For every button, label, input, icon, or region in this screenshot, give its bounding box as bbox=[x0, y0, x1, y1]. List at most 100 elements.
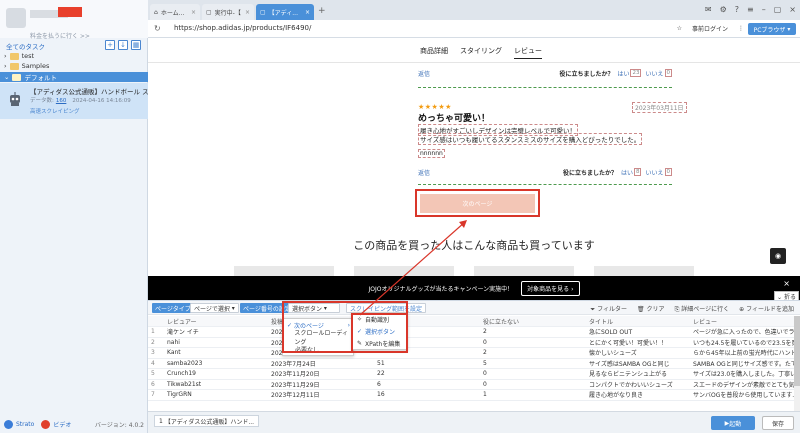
nav-buttons: ↻ bbox=[154, 24, 161, 33]
chevron-right-icon: › bbox=[4, 52, 7, 60]
chat-icon[interactable]: ◉ bbox=[770, 248, 786, 264]
folder-icon bbox=[9, 52, 19, 60]
review-feedback-row: 返信 役に立ちましたか？ はい 23 いいえ 0 bbox=[418, 66, 672, 80]
table-row[interactable]: 5 Crunch19 2023年11月20日 22 0 見るならビニテンシュ上がる サイズは… bbox=[148, 368, 794, 380]
task-item[interactable]: 【アディダス公式通販】ハンドボール スペ... データ数: 160 2024-04-… bbox=[0, 83, 161, 119]
pc-browser-select[interactable]: PCブラウザ ▾ bbox=[748, 23, 796, 35]
close-icon[interactable]: × bbox=[783, 279, 790, 288]
page-type-select[interactable]: ページで選択 ▾ bbox=[190, 303, 239, 313]
home-icon: ⌂ bbox=[154, 8, 158, 16]
column-header[interactable]: レビュアー bbox=[164, 316, 268, 327]
collapse-button[interactable]: ⌄ 折る bbox=[774, 291, 799, 300]
row-index: 7 bbox=[148, 389, 164, 401]
table-header: レビュアー 投稿日 役に立つ 役に立たない タイトル レビュー bbox=[148, 316, 794, 327]
tab-label: ホーム... bbox=[160, 9, 185, 17]
gift-icon[interactable]: ✉ bbox=[705, 5, 712, 14]
table-cell: TigrGRN bbox=[164, 389, 268, 401]
left-sidebar: 料金を払うに行く >> 全てのタスク + ↓ ▦ › test › Sample… bbox=[0, 0, 161, 433]
table-scrollbar[interactable] bbox=[794, 316, 800, 412]
tab-label: 【アディ... bbox=[268, 9, 298, 17]
folder-test[interactable]: › test bbox=[4, 52, 34, 60]
help-icon[interactable]: ? bbox=[735, 5, 739, 14]
sidebar-actions: + ↓ ▦ bbox=[105, 40, 141, 50]
table-cell: 1 bbox=[480, 389, 586, 401]
column-header[interactable]: レビュー bbox=[690, 316, 794, 327]
grid-icon[interactable]: ▦ bbox=[131, 40, 141, 50]
close-window-icon[interactable]: × bbox=[789, 5, 796, 14]
review-separator bbox=[418, 87, 672, 88]
panel-toolbar: ページタイプ ページで選択 ▾ ページ番号の設定 選択ボタン ▾ スクレイピング… bbox=[148, 301, 800, 315]
tab-styling[interactable]: スタイリング bbox=[460, 46, 502, 59]
column-header[interactable]: 役に立たない bbox=[480, 316, 586, 327]
yes-count: 8 bbox=[633, 168, 642, 176]
settings-icon[interactable]: ⚙ bbox=[720, 5, 727, 14]
start-button[interactable]: ▶ 起動 bbox=[711, 416, 755, 430]
tab-adidas[interactable]: ▢ 【アディ... × bbox=[256, 4, 314, 20]
star-icon[interactable]: ☆ bbox=[677, 25, 682, 32]
new-folder-icon[interactable]: + bbox=[105, 40, 115, 50]
table-cell: Tikwab21st bbox=[164, 379, 268, 390]
menu-icon[interactable]: ≡ bbox=[747, 5, 754, 14]
table-row[interactable]: 4 samba2023 2023年7月24日 51 5 サイズ感はSAMBA OGと同じ S… bbox=[148, 358, 794, 369]
reply-link[interactable]: 返信 bbox=[418, 69, 430, 78]
tab-product-detail[interactable]: 商品詳細 bbox=[420, 46, 448, 59]
table-row[interactable]: 7 TigrGRN 2023年12月11日 16 1 履き心地がなり良き サンバOGを普段か… bbox=[148, 389, 794, 401]
page-type-label: ページタイプ bbox=[152, 303, 194, 313]
task-meta: データ数: 160 2024-04-16 14:16:09 bbox=[30, 96, 131, 104]
more-icon[interactable]: ⋮ bbox=[738, 25, 744, 32]
table-row[interactable]: 1滝ケン イチ2024年2急にSOLD OUTページが急に入ったので、色違いでラ… bbox=[148, 326, 794, 338]
folder-default[interactable]: ⌄ デフォルト bbox=[0, 72, 148, 82]
minimize-icon[interactable]: – bbox=[762, 5, 766, 14]
table-cell: 2023年11月29日 bbox=[268, 379, 374, 390]
url-actions: ☆ 事前ログイン ⋮ bbox=[677, 24, 744, 33]
task-tab[interactable]: 1 【アディダス公式通販】ハンド... bbox=[154, 415, 260, 427]
table-row[interactable]: 2nahi2024年0とにかく可愛い！可愛い！！いつも24.5を履いているので2… bbox=[148, 337, 794, 348]
recommendations-title: この商品を買った人はこんな商品も買っています bbox=[353, 239, 595, 252]
reload-icon[interactable]: ↻ bbox=[154, 24, 161, 33]
tab-running[interactable]: ▢ 実行中-【 × bbox=[202, 4, 254, 20]
strato-link[interactable]: Strato bbox=[16, 421, 34, 428]
folder-samples[interactable]: › Samples bbox=[4, 62, 49, 70]
column-header[interactable]: タイトル bbox=[586, 316, 690, 327]
data-preview-panel: ページタイプ ページで選択 ▾ ページ番号の設定 選択ボタン ▾ スクレイピング… bbox=[148, 300, 800, 412]
new-tab-button[interactable]: + bbox=[318, 6, 326, 16]
table-cell: 2 bbox=[480, 347, 586, 359]
yes-link[interactable]: はい bbox=[617, 69, 629, 78]
banner-cta-button[interactable]: 対象商品を見る › bbox=[521, 280, 580, 296]
add-field-button[interactable]: ⊕ フィールドを追加 bbox=[739, 304, 794, 314]
upgrade-link[interactable]: 料金を払うに行く >> bbox=[30, 31, 90, 40]
table-cell: 16 bbox=[374, 389, 480, 401]
no-link[interactable]: いいえ bbox=[645, 168, 663, 177]
reply-link[interactable]: 返信 bbox=[418, 168, 430, 177]
table-row[interactable]: 3Kant2023年11月25日2懐かしいシューズらから45年以上前の蛍光時代に… bbox=[148, 347, 794, 359]
url-input[interactable]: https://shop.adidas.jp/products/IF6490/ bbox=[174, 24, 311, 32]
close-icon[interactable]: × bbox=[191, 9, 196, 16]
filter-button[interactable]: ⏷ フィルター bbox=[590, 304, 627, 314]
scrollbar-thumb[interactable] bbox=[794, 316, 800, 386]
video-link[interactable]: ビデオ bbox=[53, 420, 71, 429]
all-tasks-link[interactable]: 全てのタスク bbox=[6, 41, 45, 51]
clear-button[interactable]: 🗑 クリア bbox=[637, 304, 665, 314]
table-cell: とにかく可愛い！可愛い！！ bbox=[586, 337, 690, 348]
avatar[interactable] bbox=[6, 8, 26, 28]
table-cell: コンパクトでかわいいシューズ bbox=[586, 379, 690, 390]
review-body-line: サイズ感はいつも履いてるスタンスミスのサイズを購入どぴったりでした。 bbox=[418, 133, 643, 145]
table-cell: 0 bbox=[480, 337, 586, 348]
table-row[interactable]: 6 Tikwab21st 2023年11月29日 6 0 コンパクトでかわいいシューズ スエ… bbox=[148, 379, 794, 390]
close-icon[interactable]: × bbox=[305, 9, 310, 16]
table-cell: 2023年7月24日 bbox=[268, 358, 374, 369]
data-count[interactable]: 160 bbox=[56, 98, 67, 104]
import-icon[interactable]: ↓ bbox=[118, 40, 128, 50]
yes-link[interactable]: はい bbox=[621, 168, 633, 177]
save-button[interactable]: 保存 bbox=[762, 416, 794, 430]
pre-login-button[interactable]: 事前ログイン bbox=[692, 24, 728, 33]
detail-page-button[interactable]: ⎘ 詳細ページに行く bbox=[675, 304, 730, 314]
row-index: 5 bbox=[148, 368, 164, 380]
no-link[interactable]: いいえ bbox=[645, 69, 663, 78]
review-date: 2023年03月11日 bbox=[632, 102, 687, 113]
maximize-icon[interactable]: ▢ bbox=[774, 5, 782, 14]
close-icon[interactable]: × bbox=[245, 9, 250, 16]
tab-home[interactable]: ⌂ ホーム... × bbox=[150, 4, 200, 20]
task-mode: 高速スクレイピング bbox=[30, 109, 80, 115]
tab-review[interactable]: レビュー bbox=[514, 46, 542, 59]
